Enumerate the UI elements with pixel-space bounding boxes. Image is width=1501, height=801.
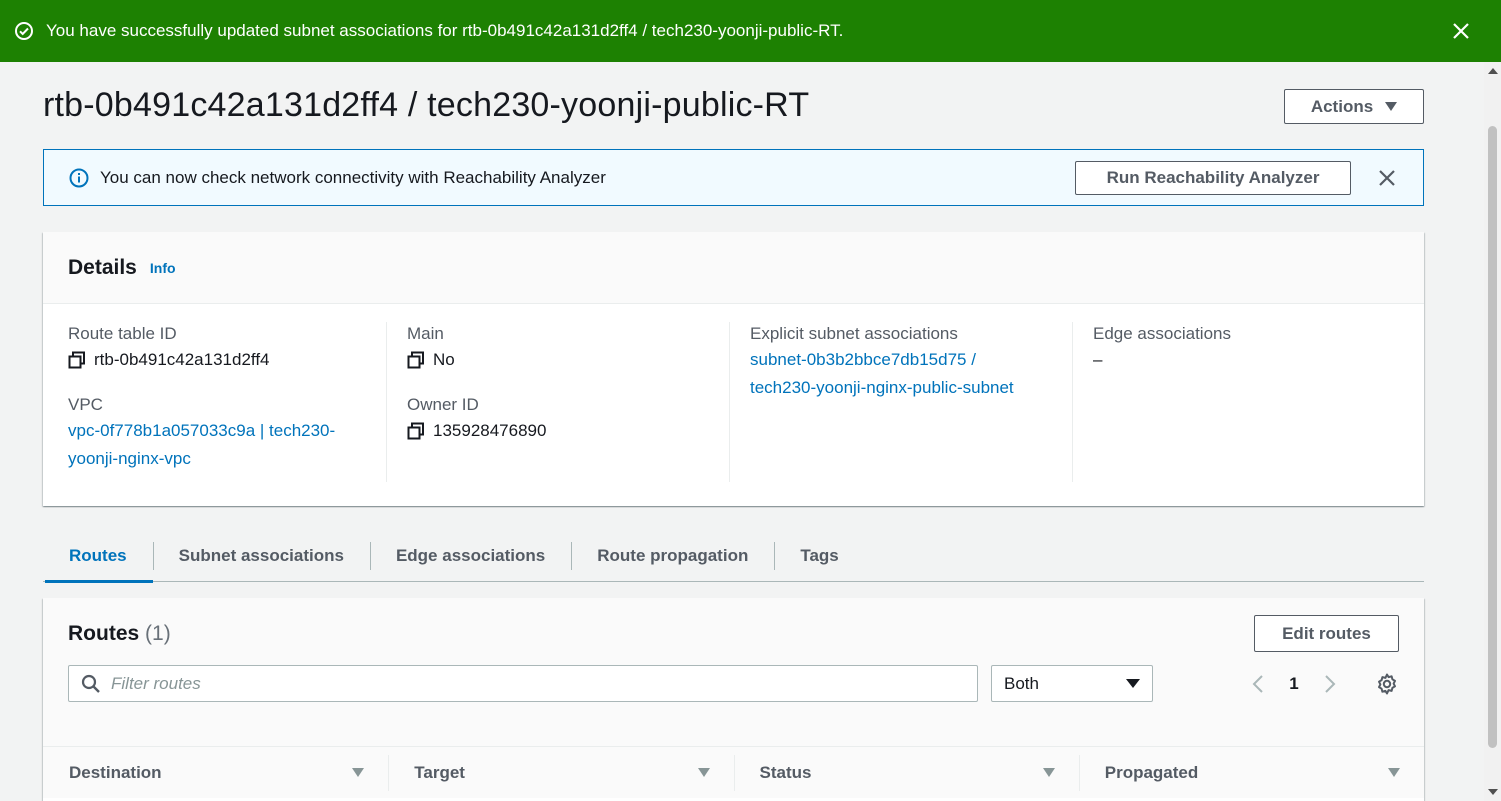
scroll-down-icon[interactable] (1488, 789, 1498, 795)
route-table-id-label: Route table ID (68, 324, 177, 343)
page-number[interactable]: 1 (1270, 674, 1318, 694)
routes-container: Routes (1) Edit routes Both 1 Destinati (43, 598, 1424, 801)
owner-id-label: Owner ID (407, 395, 479, 414)
sort-icon (1388, 768, 1400, 777)
details-column-2: Main No Owner ID 135928476890 (386, 322, 729, 482)
info-banner: You can now check network connectivity w… (43, 149, 1424, 206)
sort-icon (697, 768, 710, 777)
flash-message: You have successfully updated subnet ass… (46, 21, 844, 40)
details-title: Details (68, 255, 137, 279)
caret-down-icon (1126, 679, 1140, 688)
close-icon[interactable] (1375, 166, 1399, 190)
column-header-status[interactable]: Status (733, 754, 1079, 791)
check-circle-icon (14, 21, 34, 41)
main-value: No (433, 350, 455, 369)
vpc-link[interactable]: vpc-0f778b1a057033c9a | tech230- yoonji-… (68, 417, 386, 473)
explicit-subnet-associations-label: Explicit subnet associations (750, 324, 958, 343)
column-header-propagated[interactable]: Propagated (1078, 754, 1424, 791)
actions-label: Actions (1310, 96, 1374, 116)
copy-icon[interactable] (407, 351, 425, 369)
pagination: 1 (1246, 669, 1342, 699)
routes-count: (1) (145, 622, 171, 645)
route-type-select-value: Both (1004, 673, 1039, 693)
chevron-left-icon[interactable] (1246, 672, 1270, 696)
gear-icon[interactable] (1375, 672, 1399, 696)
route-type-select[interactable]: Both (991, 665, 1153, 702)
close-icon[interactable] (1449, 19, 1473, 43)
edge-associations-label: Edge associations (1093, 324, 1231, 343)
page-scrollbar[interactable] (1484, 62, 1501, 801)
vpc-label: VPC (68, 395, 103, 414)
copy-icon[interactable] (68, 351, 86, 369)
tab-bar: Routes Subnet associations Edge associat… (43, 530, 1424, 583)
main-label: Main (407, 324, 444, 343)
info-link[interactable]: Info (150, 260, 176, 276)
actions-button[interactable]: Actions (1284, 89, 1424, 124)
subnet-link[interactable]: subnet-0b3b2bbce7db15d75 / tech230-yoonj… (750, 346, 1072, 402)
edge-associations-value: – (1093, 350, 1103, 369)
scroll-up-icon[interactable] (1488, 68, 1498, 74)
filter-routes-field[interactable] (68, 665, 978, 702)
column-header-target[interactable]: Target (388, 754, 733, 791)
tab-subnet-associations[interactable]: Subnet associations (152, 530, 370, 582)
route-table-id-value: rtb-0b491c42a131d2ff4 (94, 350, 270, 369)
scrollbar-thumb[interactable] (1488, 126, 1497, 748)
search-icon (81, 674, 101, 694)
owner-id-value: 135928476890 (433, 421, 547, 440)
info-banner-message: You can now check network connectivity w… (100, 167, 606, 187)
tab-routes[interactable]: Routes (43, 530, 153, 583)
tab-route-propagation[interactable]: Route propagation (571, 530, 774, 582)
details-column-3: Explicit subnet associations subnet-0b3b… (729, 322, 1072, 482)
page-title: rtb-0b491c42a131d2ff4 / tech230-yoonji-p… (43, 86, 810, 124)
column-header-destination[interactable]: Destination (43, 755, 388, 791)
tab-edge-associations[interactable]: Edge associations (369, 530, 571, 582)
sort-icon (1042, 768, 1055, 777)
details-header: Details Info (43, 232, 1424, 304)
routes-title: Routes (1) (68, 622, 171, 645)
details-column-4: Edge associations – (1072, 322, 1415, 482)
details-column-1: Route table ID rtb-0b491c42a131d2ff4 VPC… (43, 322, 386, 482)
routes-table-header: Destination Target Status Propagated (43, 746, 1424, 798)
caret-down-icon (1385, 102, 1398, 111)
chevron-right-icon[interactable] (1318, 672, 1342, 696)
info-circle-icon (68, 167, 90, 189)
sort-icon (352, 768, 365, 777)
details-container: Details Info Route table ID rtb-0b491c42… (43, 232, 1424, 506)
edit-routes-button[interactable]: Edit routes (1254, 615, 1399, 652)
filter-routes-input[interactable] (111, 673, 977, 694)
copy-icon[interactable] (407, 422, 425, 440)
tab-tags[interactable]: Tags (774, 530, 864, 582)
success-flash-banner: You have successfully updated subnet ass… (0, 0, 1501, 62)
run-reachability-analyzer-button[interactable]: Run Reachability Analyzer (1075, 160, 1351, 195)
